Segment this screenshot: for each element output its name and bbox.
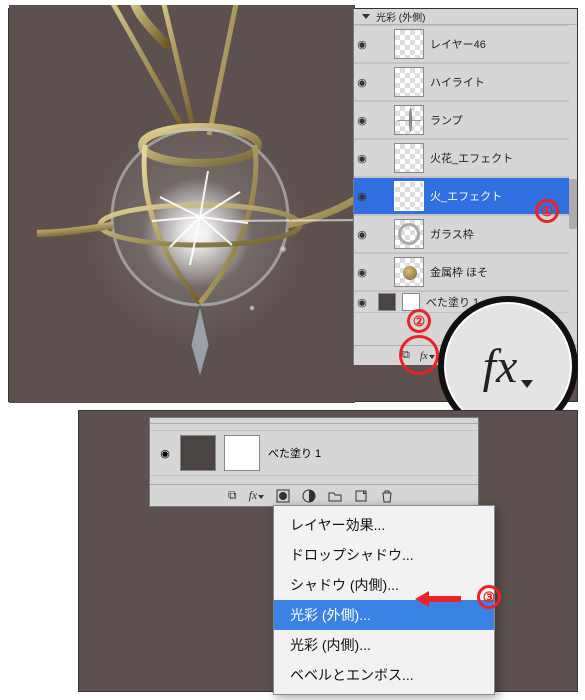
- visibility-eye-icon[interactable]: ◉: [356, 228, 368, 241]
- scrollbar-thumb[interactable]: [569, 179, 577, 229]
- layer-row[interactable]: ◉ ガラス枠: [354, 215, 569, 253]
- lamp-illustration: [37, 5, 355, 385]
- tutorial-badge-2: ②: [407, 309, 431, 333]
- tutorial-badge-1: ①: [535, 199, 559, 223]
- link-layers-icon[interactable]: ⧉: [228, 488, 237, 503]
- layers-panel-bottom-toolbar: ⧉ fx: [150, 484, 478, 506]
- layer-name[interactable]: べた塗り 1: [268, 445, 321, 461]
- visibility-eye-icon[interactable]: ◉: [356, 266, 368, 279]
- artwork-canvas: [9, 5, 355, 403]
- layer-name[interactable]: ランプ: [430, 112, 565, 128]
- layer-mask-thumbnail[interactable]: [224, 435, 260, 471]
- visibility-eye-icon[interactable]: ◉: [356, 190, 368, 203]
- layer-thumbnail[interactable]: [180, 435, 216, 471]
- menu-item-drop-shadow[interactable]: ドロップシャドウ...: [274, 540, 494, 570]
- adjustment-icon[interactable]: [302, 489, 316, 503]
- layer-row[interactable]: ◉ ランプ: [354, 101, 569, 139]
- layer-thumbnail[interactable]: [394, 143, 424, 173]
- bottom-illustration-frame: ◉ べた塗り 1 ⧉ fx レイヤー効果... ドロップシャドウ... シャドウ…: [78, 410, 578, 692]
- layer-name[interactable]: ガラス枠: [430, 226, 565, 242]
- red-arrow-annotation: [415, 591, 461, 607]
- layer-thumbnail[interactable]: [394, 29, 424, 59]
- visibility-eye-icon[interactable]: ◉: [158, 447, 172, 460]
- menu-item-inner-shadow[interactable]: シャドウ (内側)...: [274, 570, 494, 600]
- group-icon[interactable]: [328, 489, 342, 503]
- layer-name[interactable]: ハイライト: [430, 74, 565, 90]
- layer-list[interactable]: ◉ レイヤー46 ◉ ハイライト ◉ ランプ ◉ 火花_エフェクト ◉: [354, 25, 569, 345]
- layer-thumbnail[interactable]: [378, 293, 396, 311]
- layer-thumbnail[interactable]: [394, 257, 424, 287]
- layer-thumbnail[interactable]: [394, 219, 424, 249]
- layers-panel-header: 光彩 (外側): [354, 9, 577, 25]
- trash-icon[interactable]: [380, 489, 394, 503]
- layer-name[interactable]: 金属枠 ほそ: [430, 264, 565, 280]
- layer-row[interactable]: ◉ ハイライト: [354, 63, 569, 101]
- layer-style-menu[interactable]: レイヤー効果... ドロップシャドウ... シャドウ (内側)... 光彩 (外…: [273, 505, 495, 695]
- menu-item-bevel-emboss[interactable]: ベベルとエンボス...: [274, 660, 494, 690]
- fx-zoom-label: fx: [483, 339, 534, 394]
- menu-item-inner-glow[interactable]: 光彩 (内側)...: [274, 630, 494, 660]
- new-layer-icon[interactable]: [354, 489, 368, 503]
- tutorial-badge-3: ③: [477, 585, 501, 609]
- layer-thumbnail[interactable]: [394, 105, 424, 135]
- layer-thumbnail[interactable]: [394, 67, 424, 97]
- visibility-eye-icon[interactable]: ◉: [356, 38, 368, 51]
- menu-item-layer-effects[interactable]: レイヤー効果...: [274, 510, 494, 540]
- visibility-eye-icon[interactable]: ◉: [356, 76, 368, 89]
- visibility-eye-icon[interactable]: ◉: [356, 152, 368, 165]
- layer-row[interactable]: ◉ レイヤー46: [354, 25, 569, 63]
- disclosure-triangle-icon[interactable]: [362, 14, 370, 19]
- visibility-eye-icon[interactable]: ◉: [356, 114, 368, 127]
- layer-row[interactable]: ◉ 金属枠 ほそ: [354, 253, 569, 291]
- layer-name[interactable]: 火花_エフェクト: [430, 150, 565, 166]
- layer-name[interactable]: レイヤー46: [430, 36, 565, 52]
- fx-button[interactable]: fx: [249, 488, 265, 503]
- chevron-down-icon: [521, 380, 533, 388]
- red-circle-annotation: [399, 335, 439, 375]
- layer-row[interactable]: ◉ べた塗り 1: [150, 430, 478, 476]
- visibility-eye-icon[interactable]: ◉: [356, 296, 368, 309]
- layer-row[interactable]: ◉ 火花_エフェクト: [354, 139, 569, 177]
- mask-icon[interactable]: [276, 489, 290, 503]
- menu-item-outer-glow[interactable]: 光彩 (外側)...: [274, 600, 494, 630]
- layer-thumbnail[interactable]: [394, 181, 424, 211]
- effect-header-label: 光彩 (外側): [376, 9, 425, 24]
- layers-panel-footer-zoom: ◉ べた塗り 1 ⧉ fx: [149, 417, 479, 507]
